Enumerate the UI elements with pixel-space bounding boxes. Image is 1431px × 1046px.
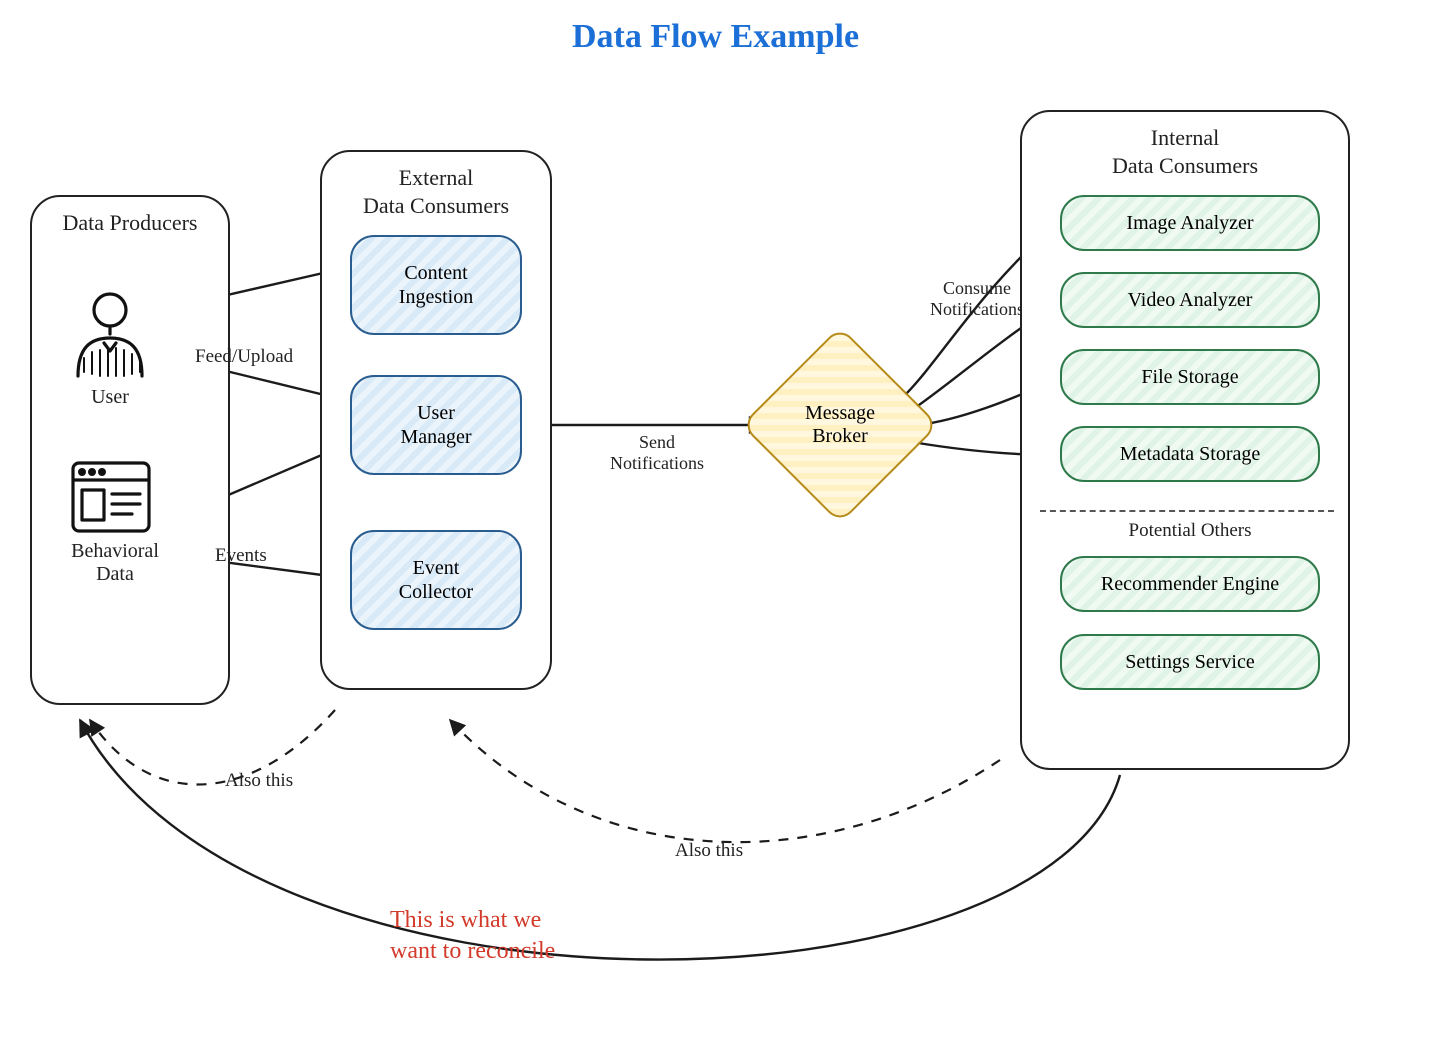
- edge-label-events: Events: [215, 545, 267, 567]
- panel-title-external: External Data Consumers: [322, 152, 550, 223]
- edge-label-consume-notifications: Consume Notifications: [930, 278, 1024, 320]
- user-icon: [70, 288, 150, 378]
- node-recommender-engine: Recommender Engine: [1060, 556, 1320, 612]
- node-image-analyzer: Image Analyzer: [1060, 195, 1320, 251]
- diagram-title: Data Flow Example: [0, 18, 1431, 56]
- panel-title-producers: Data Producers: [32, 197, 228, 241]
- message-broker-label: Message Broker: [770, 355, 910, 495]
- reconcile-annotation: This is what we want to reconcile: [390, 905, 555, 967]
- edge-label-feed-upload: Feed/Upload: [195, 346, 293, 368]
- edge-label-also-this-mid: Also this: [675, 840, 743, 862]
- panel-title-internal: Internal Data Consumers: [1022, 112, 1348, 183]
- user-caption: User: [50, 386, 170, 409]
- behavioral-data-caption: Behavioral Data: [45, 540, 185, 586]
- potential-others-title: Potential Others: [1060, 520, 1320, 542]
- edge-label-send-notifications: Send Notifications: [610, 432, 704, 474]
- node-content-ingestion: Content Ingestion: [350, 235, 522, 335]
- behavioral-data-icon: [70, 460, 152, 534]
- node-file-storage: File Storage: [1060, 349, 1320, 405]
- node-message-broker: Message Broker: [770, 355, 910, 495]
- internal-separator: [1040, 510, 1334, 512]
- node-settings-service: Settings Service: [1060, 634, 1320, 690]
- panel-data-producers: Data Producers: [30, 195, 230, 705]
- node-user-manager: User Manager: [350, 375, 522, 475]
- node-metadata-storage: Metadata Storage: [1060, 426, 1320, 482]
- node-video-analyzer: Video Analyzer: [1060, 272, 1320, 328]
- edge-label-also-this-left: Also this: [225, 770, 293, 792]
- node-event-collector: Event Collector: [350, 530, 522, 630]
